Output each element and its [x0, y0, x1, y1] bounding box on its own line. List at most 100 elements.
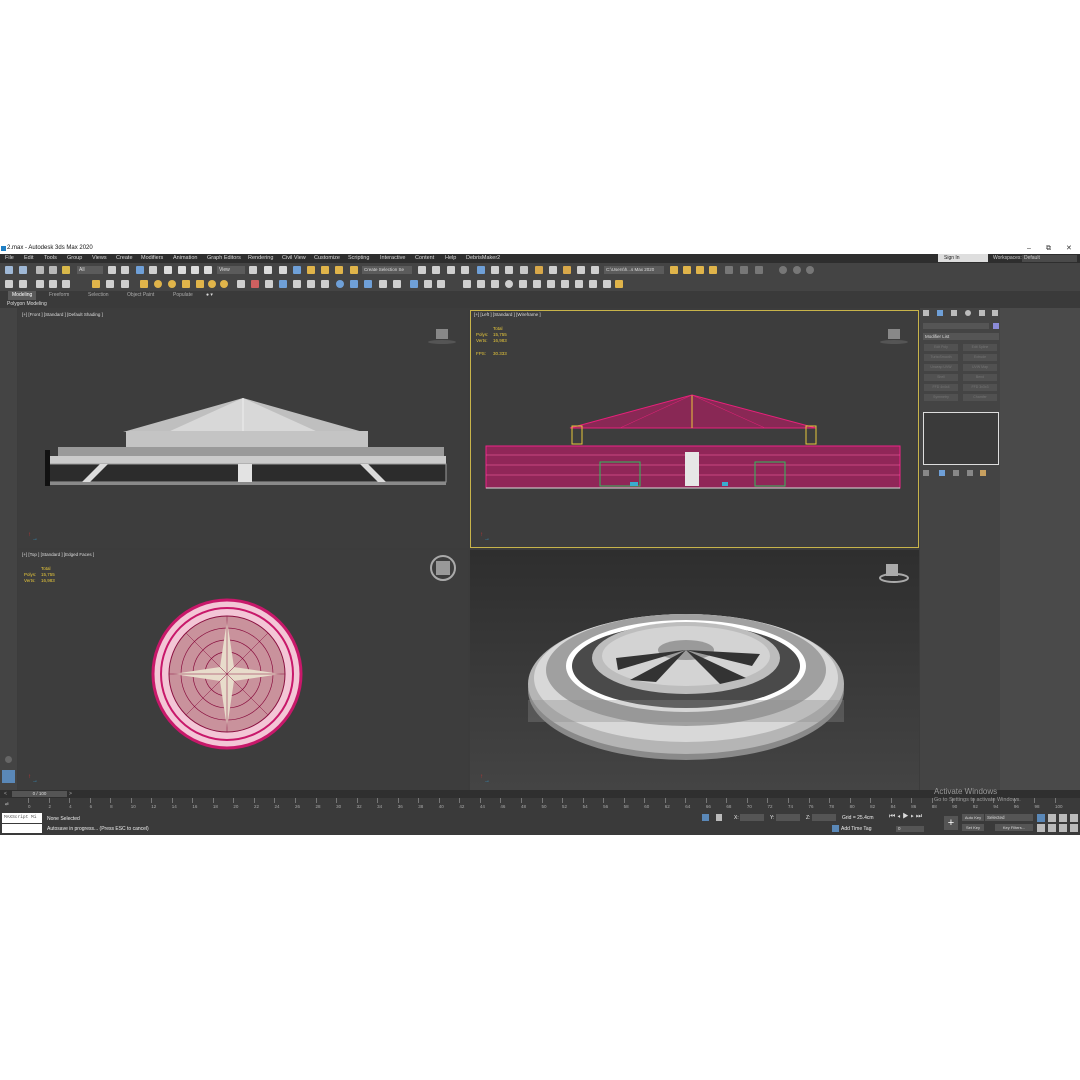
toolbar-circle-icon-1[interactable] [779, 266, 787, 274]
viewport-left[interactable]: [+] [Left ] [Standard ] [Wireframe ] Tot… [470, 310, 919, 548]
teapot-icon[interactable] [182, 280, 190, 288]
toggle-ribbon-icon[interactable] [477, 266, 485, 274]
menu-customize[interactable]: Customize [314, 254, 340, 263]
help-icon[interactable] [393, 280, 401, 288]
modifier-button[interactable]: Unwrap UVW [924, 364, 958, 371]
align-icon[interactable] [432, 266, 440, 274]
workspaces-dropdown[interactable]: Default [1022, 255, 1077, 262]
modifier-button[interactable]: Shell [924, 374, 958, 381]
viewport-front[interactable]: [+] [Front ] [Standard ] [Default Shadin… [18, 310, 468, 548]
create-box-icon[interactable] [5, 280, 13, 288]
menu-graph-editors[interactable]: Graph Editors [207, 254, 241, 263]
cloth-icon[interactable] [307, 280, 315, 288]
auto-key-button[interactable]: Auto Key [962, 814, 984, 821]
cone-icon[interactable] [196, 280, 204, 288]
create-tab-icon[interactable] [923, 310, 929, 316]
tab-freeform[interactable]: Freeform [49, 291, 69, 300]
ribbon-polygon-modeling[interactable]: Polygon Modeling [7, 300, 47, 308]
project-save-icon[interactable] [683, 266, 691, 274]
create-selection-set-dropdown[interactable]: Create Selection Se [362, 266, 412, 274]
menu-animation[interactable]: Animation [173, 254, 197, 263]
modifier-button[interactable]: Extrude [963, 354, 997, 361]
zoom-extents-all-icon[interactable] [1070, 814, 1078, 822]
schematic-view-icon[interactable] [505, 266, 513, 274]
menu-views[interactable]: Views [92, 254, 107, 263]
utilities-tab-icon[interactable] [992, 310, 998, 316]
tool-icon-f[interactable] [533, 280, 541, 288]
menu-content[interactable]: Content [415, 254, 434, 263]
track-bar-filter-icon[interactable]: ⇌ [5, 801, 9, 807]
set-key-plus-icon[interactable]: + [944, 816, 958, 830]
menu-scripting[interactable]: Scripting [348, 254, 369, 263]
light-icon[interactable] [92, 280, 100, 288]
spinner-snap-icon[interactable] [335, 266, 343, 274]
torus-icon[interactable] [168, 280, 176, 288]
modifier-button[interactable]: Edit Spline [963, 344, 997, 351]
object-name-field[interactable] [923, 323, 989, 329]
menu-tools[interactable]: Tools [44, 254, 57, 263]
modifier-button[interactable]: Chamfer [963, 394, 997, 401]
toolbar-circle-icon-3[interactable] [806, 266, 814, 274]
time-slider-thumb[interactable]: 0 / 100 [12, 791, 67, 797]
modifier-button[interactable]: TurboSmooth [924, 354, 958, 361]
environment-icon[interactable] [350, 280, 358, 288]
snaps-toggle-icon[interactable] [293, 266, 301, 274]
object-color-swatch[interactable] [993, 323, 999, 329]
menu-group[interactable]: Group [67, 254, 82, 263]
edit-named-sets-icon[interactable] [350, 266, 358, 274]
hierarchy-icon[interactable] [49, 280, 57, 288]
gear-icon[interactable] [424, 280, 432, 288]
ribbon-options-icon[interactable]: ● ▾ [206, 291, 213, 300]
modifier-button[interactable]: Bend [963, 374, 997, 381]
project-open-icon[interactable] [670, 266, 678, 274]
camera-icon[interactable] [106, 280, 114, 288]
cylinder-icon[interactable] [154, 280, 162, 288]
select-object-icon[interactable] [108, 266, 116, 274]
chip-icon[interactable] [437, 280, 445, 288]
orbit-icon[interactable] [1059, 824, 1067, 832]
sphere-icon[interactable] [140, 280, 148, 288]
render-in-cloud-icon[interactable] [577, 266, 585, 274]
selection-lock-icon[interactable] [702, 814, 709, 821]
select-manipulate-icon[interactable] [264, 266, 272, 274]
key-mode-dropdown[interactable]: Selected [985, 814, 1033, 821]
display-tab-icon[interactable] [979, 310, 985, 316]
rectangle-selection-icon[interactable] [136, 266, 144, 274]
render-setup-icon[interactable] [535, 266, 543, 274]
tab-populate[interactable]: Populate [173, 291, 193, 300]
percent-snap-icon[interactable] [321, 266, 329, 274]
material-editor-icon[interactable] [520, 266, 528, 274]
script-icon[interactable] [379, 280, 387, 288]
effects-icon[interactable] [364, 280, 372, 288]
modifier-stack[interactable] [923, 412, 999, 465]
toolbar-extra-icon-1[interactable] [725, 266, 733, 274]
tool-icon-k[interactable] [603, 280, 611, 288]
playback-controls[interactable]: ⏮◂▶▸⏭ [889, 813, 945, 822]
tab-modeling[interactable]: Modeling [8, 291, 37, 300]
menu-modifiers[interactable]: Modifiers [141, 254, 163, 263]
tool-icon-j[interactable] [589, 280, 597, 288]
minimize-button[interactable]: – [1027, 243, 1031, 254]
toolbar-extra-icon-3[interactable] [755, 266, 763, 274]
particle-icon[interactable] [279, 280, 287, 288]
time-slider-next-icon[interactable]: > [69, 791, 72, 797]
add-time-tag[interactable]: Add Time Tag [841, 826, 871, 832]
tool-icon-b[interactable] [477, 280, 485, 288]
open-a360-gallery-icon[interactable] [591, 266, 599, 274]
mirror-icon[interactable] [418, 266, 426, 274]
menu-file[interactable]: File [5, 254, 14, 263]
bind-spacewarp-icon[interactable] [62, 266, 70, 274]
tab-selection[interactable]: Selection [88, 291, 109, 300]
pin-stack-icon[interactable] [923, 470, 929, 476]
biped-icon[interactable] [265, 280, 273, 288]
modifier-button[interactable]: FFD 4x4x4 [924, 384, 958, 391]
x-coordinate-field[interactable] [740, 814, 764, 821]
field-of-view-icon[interactable] [1037, 824, 1045, 832]
toggle-scene-explorer-icon[interactable] [447, 266, 455, 274]
link-icon[interactable] [36, 266, 44, 274]
geosphere-icon[interactable] [220, 280, 228, 288]
pivot-icon[interactable] [249, 266, 257, 274]
menu-edit[interactable]: Edit [24, 254, 33, 263]
maximize-button[interactable]: ⧉ [1046, 243, 1051, 254]
project-folder-icon[interactable] [696, 266, 704, 274]
